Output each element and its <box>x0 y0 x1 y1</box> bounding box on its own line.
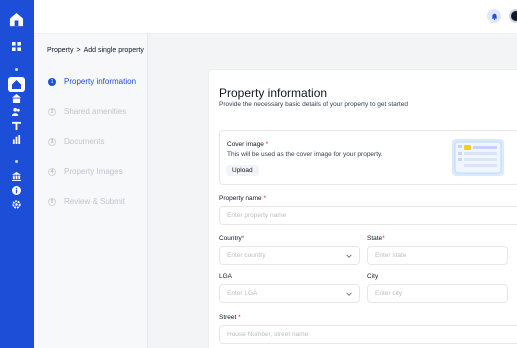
state-select[interactable] <box>367 246 508 265</box>
step-documents[interactable]: 3 Documents <box>48 137 104 146</box>
step-label: Documents <box>64 137 105 146</box>
home-icon[interactable] <box>11 79 22 90</box>
info-icon[interactable] <box>11 185 22 196</box>
breadcrumb-current: Add single property <box>83 47 144 54</box>
state-input[interactable] <box>375 252 507 259</box>
users-icon[interactable] <box>11 106 22 117</box>
cover-image-description: This will be used as the cover image for… <box>227 151 383 158</box>
nav-section-dot <box>15 68 18 71</box>
country-label: Country* <box>219 235 245 242</box>
city-input[interactable] <box>375 290 507 297</box>
chevron-down-icon <box>346 254 352 258</box>
street-field[interactable] <box>219 325 517 344</box>
property-name-input[interactable] <box>227 212 517 219</box>
breadcrumb-parent-link[interactable]: Property <box>47 47 73 54</box>
page-title: Property information <box>219 86 328 100</box>
step-property-information[interactable]: 1 Property information <box>48 77 136 86</box>
left-nav-rail <box>0 0 34 348</box>
lga-select[interactable] <box>219 284 360 303</box>
bell-icon[interactable] <box>487 9 501 23</box>
city-label: City <box>367 273 379 280</box>
step-label: Review & Submit <box>64 197 125 206</box>
step-number: 3 <box>48 137 56 146</box>
city-field[interactable] <box>367 284 508 303</box>
upload-button[interactable]: Upload <box>226 165 259 176</box>
breadcrumb-separator: > <box>76 47 81 54</box>
chevron-down-icon <box>346 292 352 296</box>
steps-panel: Property > Add single property 1 Propert… <box>34 34 148 348</box>
page-subtitle: Provide the necessary basic details of y… <box>219 101 408 108</box>
bank-icon[interactable] <box>11 171 22 182</box>
step-review-submit[interactable]: 5 Review & Submit <box>48 197 125 206</box>
step-label: Property information <box>64 77 137 86</box>
required-mark: * <box>265 141 269 148</box>
step-label: Property Images <box>64 167 123 176</box>
image-placeholder-illustration <box>452 139 504 176</box>
step-number: 5 <box>48 197 56 206</box>
key-icon[interactable] <box>11 120 22 131</box>
cover-image-title: Cover image * <box>227 141 269 148</box>
country-select[interactable] <box>219 246 360 265</box>
step-shared-amenities[interactable]: 2 Shared amenities <box>48 107 126 116</box>
step-property-images[interactable]: 4 Property Images <box>48 167 123 176</box>
property-form-card: Property information Provide the necessa… <box>208 69 517 348</box>
home-logo-icon[interactable] <box>9 12 24 27</box>
step-number: 2 <box>48 107 56 116</box>
top-header <box>34 0 517 34</box>
step-label: Shared amenities <box>64 107 127 116</box>
chart-icon[interactable] <box>11 134 22 145</box>
lga-label: LGA <box>219 273 233 280</box>
building-icon[interactable] <box>11 93 22 104</box>
street-label: Street * <box>219 314 241 321</box>
cover-image-section: Cover image * This will be used as the c… <box>219 130 517 185</box>
dashboard-icon[interactable] <box>11 41 22 52</box>
property-name-field[interactable] <box>219 206 517 225</box>
property-name-label: Property name * <box>219 195 266 202</box>
breadcrumb: Property > Add single property <box>47 47 144 54</box>
state-label: State* <box>367 235 385 242</box>
country-input[interactable] <box>227 252 359 259</box>
settings-icon[interactable] <box>11 199 22 210</box>
lga-input[interactable] <box>227 290 359 297</box>
step-number: 4 <box>48 167 56 176</box>
street-input[interactable] <box>227 331 517 338</box>
avatar[interactable] <box>509 9 517 23</box>
step-number: 1 <box>48 77 56 86</box>
nav-section-dot <box>15 160 18 163</box>
